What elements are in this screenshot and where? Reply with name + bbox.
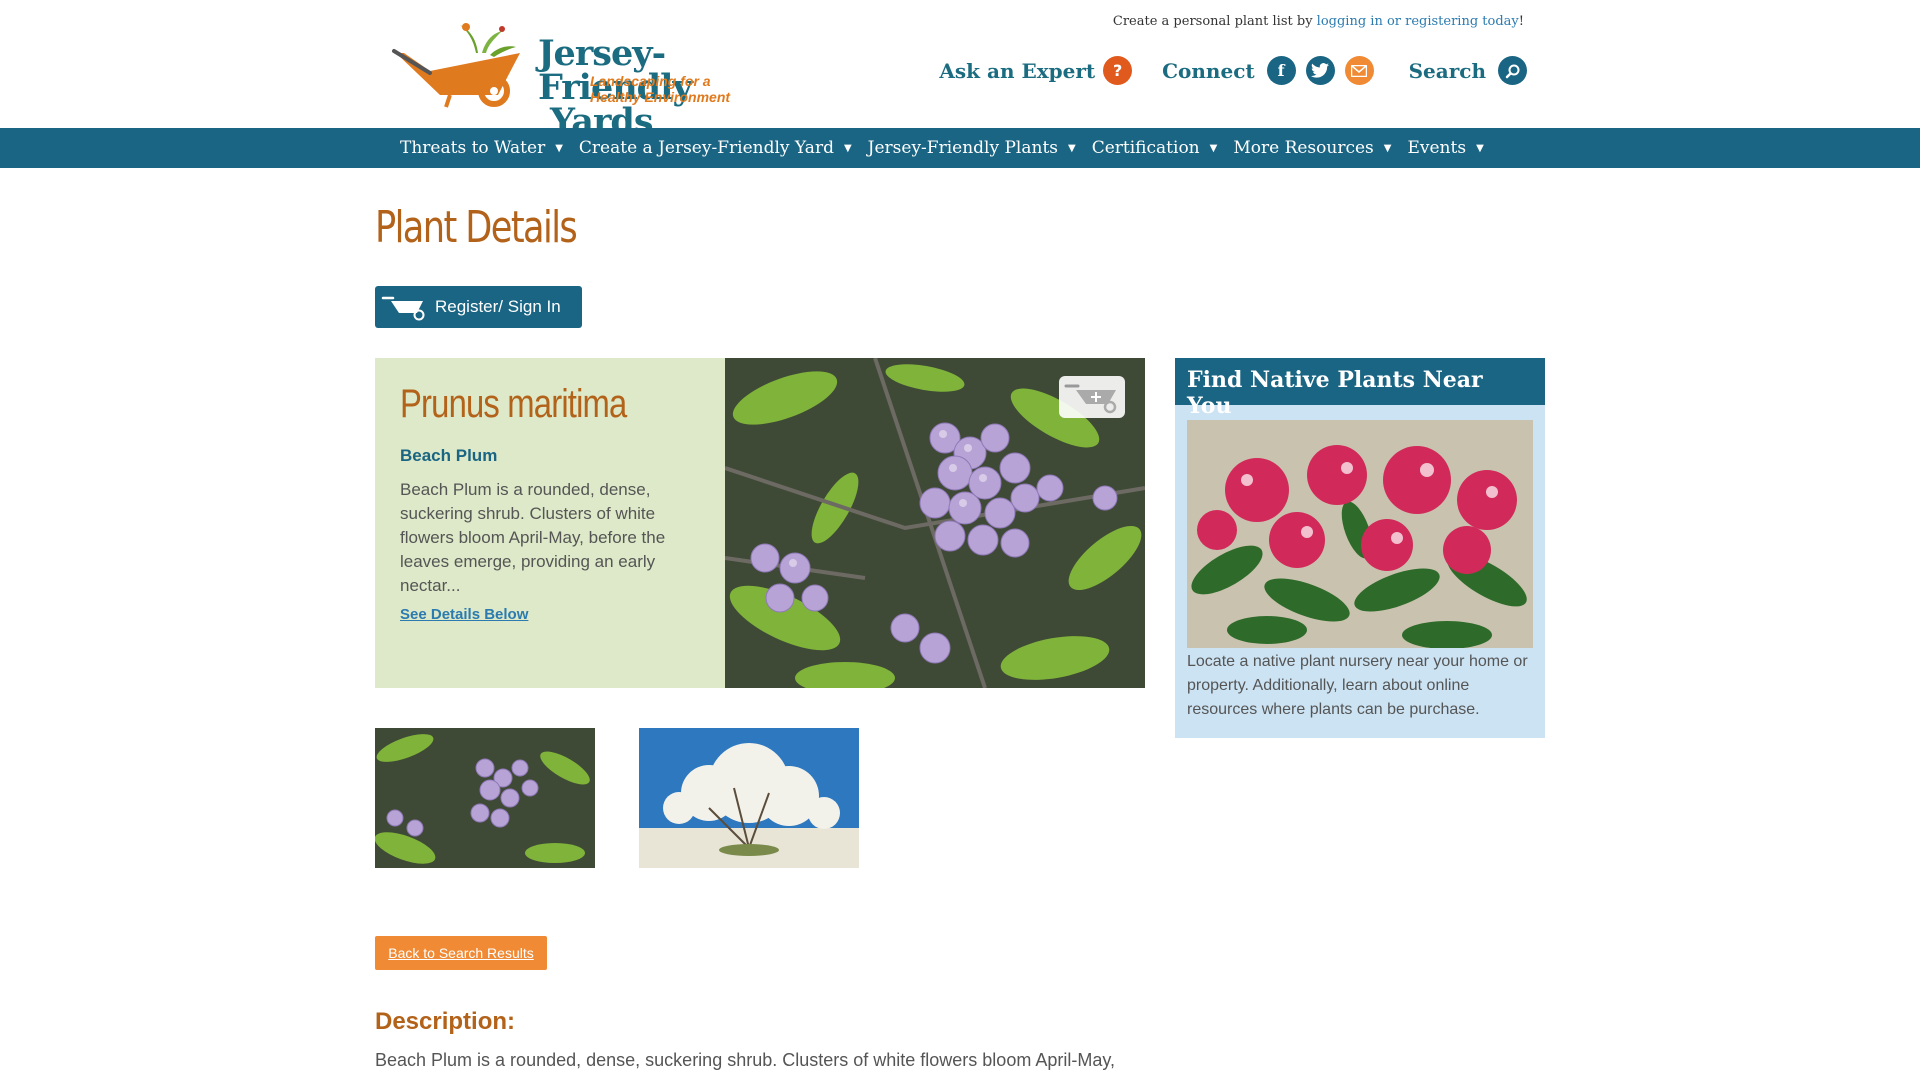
wheelbarrow-add-icon: [1064, 384, 1117, 414]
caret-down-icon: ▼: [1209, 142, 1218, 154]
page-title: Plant Details: [375, 202, 578, 253]
nav-threats-to-water[interactable]: Threats to Water ▼: [400, 138, 563, 158]
logo-tagline-line2: Healthy Environment: [590, 89, 731, 105]
twitter-icon[interactable]: [1305, 56, 1335, 85]
search-link[interactable]: Search: [1409, 59, 1486, 83]
logo-tagline-line1: Landscaping for a: [590, 73, 711, 89]
nav-plants[interactable]: Jersey-Friendly Plants ▼: [868, 138, 1076, 158]
description-heading: Description:: [375, 1008, 516, 1035]
connect-label: Connect: [1162, 58, 1255, 83]
register-sign-in-button[interactable]: Register/ Sign In: [375, 286, 582, 328]
register-label: Register/ Sign In: [435, 297, 561, 316]
facebook-icon[interactable]: f: [1266, 56, 1296, 85]
back-to-results-button[interactable]: Back to Search Results: [375, 936, 547, 970]
search-icon[interactable]: [1498, 56, 1527, 85]
nav-certification[interactable]: Certification ▼: [1092, 138, 1218, 158]
plant-feature-card: Prunus maritima Beach Plum Beach Plum is…: [375, 358, 1145, 688]
plant-thumbnail[interactable]: [375, 728, 595, 868]
nav-more-resources[interactable]: More Resources ▼: [1233, 138, 1391, 158]
scientific-name: Prunus maritima: [400, 382, 627, 426]
common-name: Beach Plum: [400, 446, 498, 465]
sidebar-text: Locate a native plant nursery near your …: [1187, 653, 1528, 718]
nav-create-yard[interactable]: Create a Jersey-Friendly Yard ▼: [579, 138, 852, 158]
main-nav: Threats to Water ▼ Create a Jersey-Friend…: [0, 128, 1920, 168]
caret-down-icon: ▼: [843, 142, 852, 154]
plant-thumbnail[interactable]: [639, 728, 859, 868]
wheelbarrow-icon: [381, 296, 425, 321]
caret-down-icon: ▼: [555, 142, 563, 154]
sidebar-heading[interactable]: Find Native Plants Near You: [1175, 358, 1545, 419]
login-register-link[interactable]: logging in or registering today: [1317, 14, 1519, 29]
native-plants-sidebar: Find Native Plants Near You Locate a nat…: [1175, 358, 1545, 738]
site-logo[interactable]: Jersey-Friendly Yards Landscaping for a …: [390, 15, 750, 139]
login-prompt: Create a personal plant list by logging …: [1112, 14, 1524, 29]
question-icon[interactable]: ?: [1103, 56, 1133, 85]
email-icon[interactable]: [1344, 56, 1374, 85]
caret-down-icon: ▼: [1383, 142, 1392, 154]
add-to-list-button[interactable]: [1059, 376, 1125, 418]
short-description: Beach Plum is a rounded, dense, suckerin…: [400, 480, 666, 595]
caret-down-icon: ▼: [1068, 142, 1076, 154]
plant-main-photo[interactable]: [725, 358, 1145, 688]
wheelbarrow-logo-icon: [392, 23, 520, 108]
sidebar-photo[interactable]: [1187, 420, 1533, 648]
nav-events[interactable]: Events ▼: [1407, 138, 1483, 158]
header-links: Ask an Expert ? Connect f Search: [939, 56, 1527, 85]
description-text: Beach Plum is a rounded, dense, suckerin…: [375, 1050, 1116, 1070]
see-details-link[interactable]: See Details Below: [400, 606, 528, 623]
ask-expert-link[interactable]: Ask an Expert: [939, 59, 1095, 83]
caret-down-icon: ▼: [1476, 142, 1484, 154]
